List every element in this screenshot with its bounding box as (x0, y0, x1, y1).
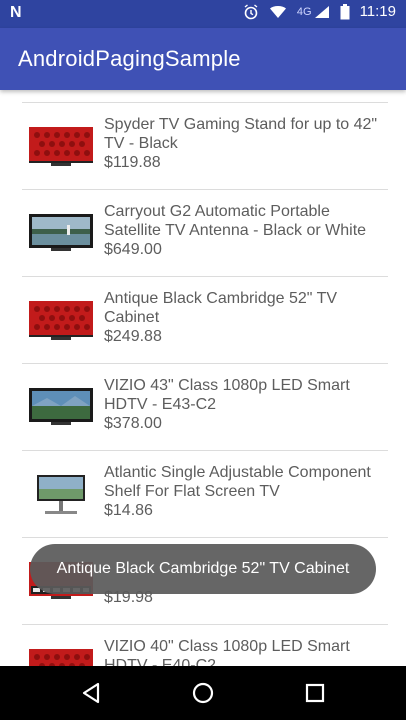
list-item[interactable]: VIZIO 43" Class 1080p LED Smart HDTV - E… (22, 363, 388, 450)
app-title: AndroidPagingSample (18, 46, 241, 71)
home-icon[interactable] (188, 678, 218, 708)
navigation-bar (0, 666, 406, 720)
wifi-icon (269, 5, 287, 19)
red-tv-icon (27, 125, 95, 169)
list-item[interactable]: Antique Black Cambridge 52" TV Cabinet $… (22, 276, 388, 363)
landscape-tv-icon (27, 386, 95, 430)
product-price: $378.00 (104, 415, 162, 432)
lake-tv-icon (27, 212, 95, 256)
product-price: $649.00 (104, 241, 162, 258)
product-title: Atlantic Single Adjustable Component She… (104, 464, 371, 500)
product-price: $119.88 (104, 154, 161, 171)
list-item[interactable]: Spyder TV Gaming Stand for up to 42" TV … (22, 102, 388, 189)
red-tv-icon (27, 647, 95, 666)
product-title: VIZIO 40" Class 1080p LED Smart HDTV - E… (104, 638, 350, 666)
product-title: VIZIO 43" Class 1080p LED Smart HDTV - E… (104, 377, 350, 413)
status-icons: 4G 11:19 (243, 3, 396, 20)
product-price: $14.86 (104, 502, 153, 519)
status-bar: N 4G 11:19 (0, 0, 406, 28)
back-icon[interactable] (76, 678, 106, 708)
recents-icon[interactable] (300, 678, 330, 708)
list-item[interactable]: VIZIO 40" Class 1080p LED Smart HDTV - E… (22, 624, 388, 666)
alarm-icon (243, 3, 259, 20)
product-title: Spyder TV Gaming Stand for up to 42" TV … (104, 116, 378, 152)
clock: 11:19 (359, 3, 396, 20)
list-item-partial (22, 90, 388, 102)
toast-message: Antique Black Cambridge 52" TV Cabinet (30, 544, 376, 594)
product-price: $249.88 (104, 328, 162, 345)
list-item[interactable]: Carryout G2 Automatic Portable Satellite… (22, 189, 388, 276)
product-title: Antique Black Cambridge 52" TV Cabinet (104, 290, 338, 326)
product-title: Carryout G2 Automatic Portable Satellite… (104, 203, 367, 239)
network-label: 4G (296, 5, 312, 18)
stand-tv-icon (27, 473, 95, 517)
battery-icon (340, 3, 350, 20)
red-tv-icon (27, 299, 95, 343)
list-item[interactable]: Atlantic Single Adjustable Component She… (22, 450, 388, 537)
app-bar: AndroidPagingSample (0, 28, 406, 90)
n-icon: N (10, 4, 22, 21)
signal-icon (314, 5, 330, 19)
